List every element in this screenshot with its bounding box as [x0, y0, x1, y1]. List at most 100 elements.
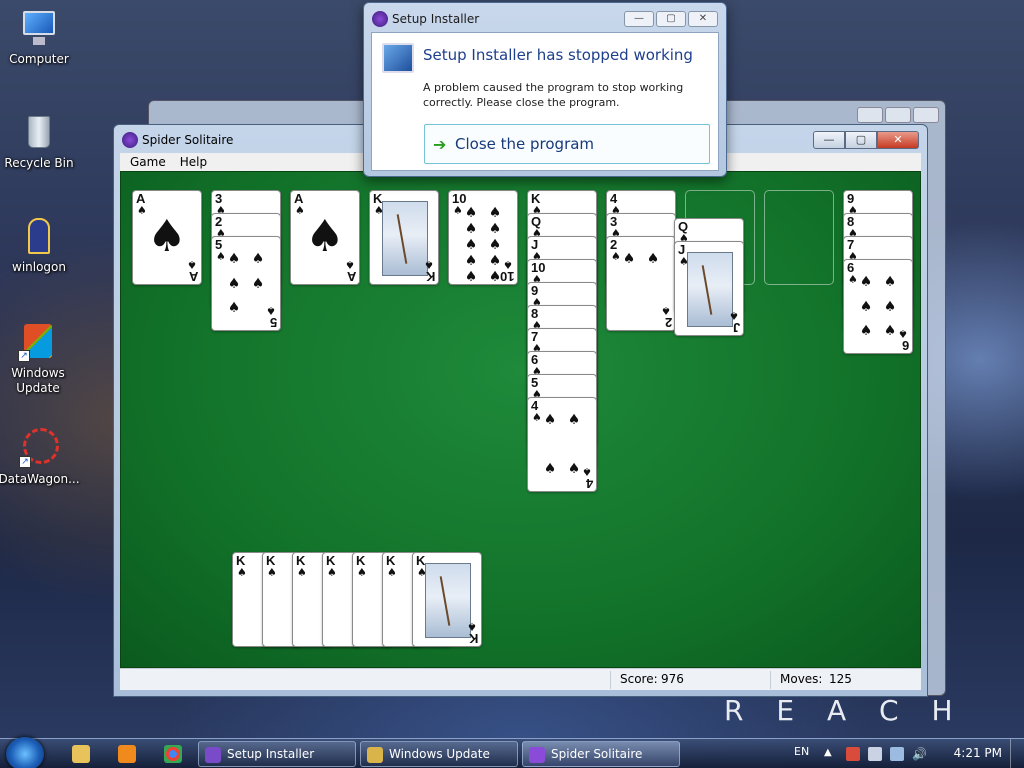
face-card-art — [687, 252, 733, 327]
spider-solitaire-window[interactable]: Spider Solitaire — ▢ ✕ Game Help A ♠ ♠ A ♠ 3 ♠… — [113, 124, 928, 697]
update-tray-icon[interactable] — [890, 747, 904, 761]
spade-icon: ♠ — [467, 620, 477, 633]
playing-card[interactable]: 6 ♠ ♠ ♠ ♠ ♠ ♠ ♠ 6 ♠ — [843, 259, 913, 354]
minimize-icon[interactable] — [857, 107, 883, 123]
desktop-icon-computer[interactable]: Computer — [0, 8, 78, 67]
installer-icon — [372, 11, 388, 27]
card-pips: ♠ ♠ ♠ ♠ ♠ ♠ — [854, 274, 902, 339]
spade-icon: ♠ — [661, 304, 671, 317]
spade-icon: ♠ — [464, 221, 478, 237]
spade-icon: ♠ — [227, 300, 241, 316]
desktop-icon-windows-update[interactable]: ↗ Windows Update — [0, 322, 76, 396]
spade-icon: ♠ — [622, 251, 636, 267]
dialog-message: A problem caused the program to stop wor… — [423, 81, 684, 109]
taskbar-label: Spider Solitaire — [551, 747, 643, 761]
spade-icon: ♠ — [266, 304, 276, 317]
spade-icon: ♠ — [424, 258, 434, 271]
card-rank-bottom: 6 — [901, 338, 909, 353]
spade-icon: ♠ — [327, 566, 337, 579]
desktop-icon-datawagon[interactable]: ↗ DataWagon... — [0, 428, 80, 487]
spade-icon: ♠ — [227, 275, 241, 292]
spade-icon: ♠ — [883, 298, 897, 315]
spade-icon: ♠ — [488, 221, 502, 237]
card-pips: ♠ ♠ ♠ ♠ ♠ — [222, 251, 270, 316]
moves-label: Moves: — [780, 672, 823, 686]
card-pips: ♠ ♠ ♠ ♠ ♠ ♠ ♠ ♠ ♠ ♠ — [459, 205, 507, 284]
system-tray: EN ▲ 🔊 4:21 PM — [784, 739, 1024, 768]
taskbar-label: Windows Update — [389, 747, 490, 761]
desktop-icon-label: Recycle Bin — [4, 156, 74, 170]
menu-game[interactable]: Game — [124, 153, 172, 171]
window-title: Spider Solitaire — [142, 133, 234, 147]
empty-column-slot[interactable] — [764, 190, 834, 285]
maximize-icon[interactable] — [885, 107, 911, 123]
card-rank-bottom: 5 — [269, 315, 277, 330]
desktop-icon-winlogon[interactable]: winlogon — [0, 216, 78, 275]
winlogon-icon — [19, 216, 59, 256]
playing-card[interactable]: K ♠ K ♠ — [369, 190, 439, 285]
spade-icon: ♠ — [543, 412, 557, 428]
wallpaper-text: R E A C H — [724, 694, 965, 727]
explorer-icon[interactable] — [72, 745, 90, 763]
playing-card[interactable]: K ♠ K ♠ — [412, 552, 482, 647]
media-player-icon[interactable] — [118, 745, 136, 763]
playing-card[interactable]: A ♠ ♠ A ♠ — [290, 190, 360, 285]
start-button[interactable] — [6, 737, 44, 768]
dialog-maximize-button[interactable]: ▢ — [656, 11, 686, 27]
playing-card[interactable]: 5 ♠ ♠ ♠ ♠ ♠ ♠ 5 ♠ — [211, 236, 281, 331]
playing-card[interactable]: 10 ♠ ♠ ♠ ♠ ♠ ♠ ♠ ♠ ♠ ♠ ♠ 10 ♠ — [448, 190, 518, 285]
error-dialog[interactable]: Setup Installer — ▢ ✕ Setup Installer ha… — [363, 2, 727, 177]
playing-card[interactable]: A ♠ ♠ A ♠ — [132, 190, 202, 285]
volume-icon[interactable]: 🔊 — [912, 747, 927, 761]
desktop-icon-recycle-bin[interactable]: Recycle Bin — [0, 112, 78, 171]
card-pips: ♠ ♠ — [617, 251, 665, 316]
card-table[interactable]: A ♠ ♠ A ♠ 3 ♠ 2 ♠ 5 ♠ ♠ ♠ ♠ ♠ ♠ 5 ♠ A ♠ ♠ A ♠ K ♠ K ♠ 10 ♠ ♠ ♠ ♠ ♠ ♠ ♠ ♠ ♠ ♠ ♠… — [120, 171, 921, 668]
spade-icon: ♠ — [859, 323, 873, 339]
score-value: 976 — [661, 672, 684, 686]
arrow-right-icon: ➔ — [433, 135, 447, 154]
taskbar-label: Setup Installer — [227, 747, 315, 761]
dialog-close-button[interactable]: ✕ — [688, 11, 718, 27]
dialog-minimize-button[interactable]: — — [624, 11, 654, 27]
menu-help[interactable]: Help — [174, 153, 213, 171]
spade-icon: ♠ — [646, 251, 660, 267]
action-center-icon[interactable] — [846, 747, 860, 761]
spade-icon: ♠ — [543, 461, 557, 477]
maximize-button[interactable]: ▢ — [845, 131, 877, 149]
datawagon-icon: ↗ — [19, 428, 59, 468]
taskbar-windows-update[interactable]: Windows Update — [360, 741, 518, 767]
taskbar-setup-installer[interactable]: Setup Installer — [198, 741, 356, 767]
card-pips: ♠ ♠ ♠ ♠ — [538, 412, 586, 477]
program-icon — [382, 43, 414, 73]
playing-card[interactable]: 2 ♠ ♠ ♠ 2 ♠ — [606, 236, 676, 331]
spade-icon: ♠ — [251, 251, 265, 267]
spade-icon: ♠ — [464, 205, 478, 221]
card-rank-bottom: 2 — [664, 315, 672, 330]
show-desktop-button[interactable] — [1010, 739, 1024, 768]
spade-icon: ♠ — [251, 275, 265, 292]
spade-icon: ♠ — [582, 465, 592, 478]
card-rank-bottom: 10 — [499, 269, 514, 284]
show-hidden-icons[interactable]: ▲ — [824, 747, 838, 761]
spade-icon: ♠ — [147, 211, 187, 262]
moves-value: 125 — [829, 672, 852, 686]
spade-icon: ♠ — [464, 269, 478, 285]
close-program-button[interactable]: ➔ Close the program — [424, 124, 710, 164]
card-rank-bottom: K — [425, 269, 435, 284]
minimize-button[interactable]: — — [813, 131, 845, 149]
clock[interactable]: 4:21 PM — [954, 746, 1002, 760]
chrome-icon[interactable] — [164, 745, 182, 763]
network-icon[interactable] — [868, 747, 882, 761]
spade-icon: ♠ — [567, 412, 581, 428]
playing-card[interactable]: 4 ♠ ♠ ♠ ♠ ♠ 4 ♠ — [527, 397, 597, 492]
windows-update-icon — [367, 747, 383, 763]
close-button[interactable]: ✕ — [877, 131, 919, 149]
card-rank-bottom: A — [346, 269, 356, 284]
spade-icon: ♠ — [345, 258, 355, 271]
spade-icon: ♠ — [898, 327, 908, 340]
spade-icon: ♠ — [187, 258, 197, 271]
playing-card[interactable]: J ♠ J ♠ — [674, 241, 744, 336]
language-indicator[interactable]: EN — [794, 745, 809, 758]
close-icon[interactable] — [913, 107, 939, 123]
taskbar-spider-solitaire[interactable]: Spider Solitaire — [522, 741, 680, 767]
